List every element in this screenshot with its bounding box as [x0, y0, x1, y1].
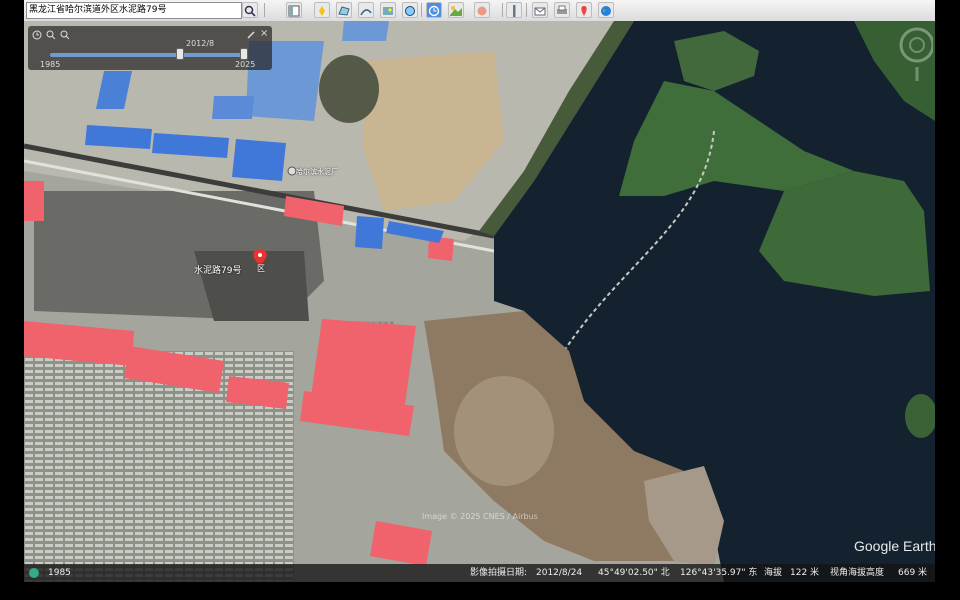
status-year: 1985 [48, 568, 71, 578]
time-slider-end-thumb[interactable] [240, 48, 248, 60]
latitude: 45°49'02.50" 北 [598, 568, 670, 578]
coal-pile [194, 251, 309, 321]
blue-roof [342, 21, 389, 41]
search-input[interactable]: 黑龙江省哈尔滨道外区水泥路79号 [26, 2, 242, 19]
time-slider-track[interactable] [50, 53, 246, 57]
dark-pile [319, 55, 379, 123]
google-earth-logo: Google Earth [854, 538, 935, 554]
time-slider-panel: × 2012/8 1985 2025 [28, 26, 272, 70]
elevation: 122 米 [790, 568, 820, 578]
imagery-credit: Image © 2025 CNES / Airbus [422, 512, 538, 521]
end-year-label: 2025 [235, 60, 256, 69]
toolbar: 黑龙江省哈尔滨道外区水泥路79号 [24, 0, 935, 22]
start-year-label: 1985 [40, 60, 61, 69]
eye-altitude: 669 米 [898, 568, 928, 578]
overlay-icon[interactable] [380, 2, 396, 18]
placemark-icon[interactable] [314, 2, 330, 18]
eye-altitude-label: 视角海拔高度 [830, 568, 885, 578]
pin-label: 水泥路79号 [194, 266, 242, 276]
history-icon[interactable] [426, 2, 442, 18]
toolbar-separator [264, 3, 265, 17]
satellite-map[interactable] [24, 21, 935, 582]
status-bar: 1985 影像拍摄日期: 2012/8/24 45°49'02.50" 北 12… [24, 564, 935, 582]
imagery-date-label: 影像拍摄日期: [470, 568, 528, 578]
elevation-label: 海拔 [764, 568, 783, 578]
google-earth-window: 黑龙江省哈尔滨道外区水泥路79号 水泥路79号 区 哈尔滨水泥厂 × 2012/… [24, 0, 935, 582]
blue-roof [232, 139, 286, 181]
current-date-label: 2012/8 [186, 39, 215, 48]
zoom-out-icon[interactable] [60, 30, 70, 40]
toolbar-separator [502, 3, 503, 17]
blue-roof [212, 96, 254, 119]
print-icon[interactable] [554, 2, 570, 18]
clock-icon[interactable] [32, 30, 42, 40]
toolbar-separator [526, 3, 527, 17]
ruler-icon[interactable] [506, 2, 522, 18]
polygon-icon[interactable] [336, 2, 352, 18]
blue-roof [85, 125, 152, 149]
path-icon[interactable] [358, 2, 374, 18]
close-icon[interactable]: × [260, 28, 268, 39]
settings-icon[interactable] [246, 30, 256, 40]
blue-roof [355, 216, 384, 249]
maps-icon[interactable] [576, 2, 592, 18]
poi-marker-icon[interactable] [287, 166, 297, 176]
sidebar-icon[interactable] [286, 2, 302, 18]
pin-sub-label: 区 [257, 264, 265, 273]
longitude: 126°43'35.97" 东 [680, 568, 758, 578]
search-icon[interactable] [242, 2, 258, 18]
toolbar-separator [421, 3, 422, 17]
sand-pile [454, 376, 554, 486]
red-roof [24, 181, 44, 221]
imagery-date: 2012/8/24 [536, 568, 583, 578]
zoom-in-icon[interactable] [46, 30, 56, 40]
navigation-compass[interactable] [897, 25, 933, 81]
globe-icon [29, 568, 39, 578]
earth-icon[interactable] [598, 2, 614, 18]
time-slider-thumb[interactable] [176, 48, 184, 60]
planets-icon[interactable] [474, 2, 490, 18]
sun-icon[interactable] [448, 2, 464, 18]
poi-label: 哈尔滨水泥厂 [296, 168, 338, 176]
email-icon[interactable] [532, 2, 548, 18]
tour-icon[interactable] [402, 2, 418, 18]
